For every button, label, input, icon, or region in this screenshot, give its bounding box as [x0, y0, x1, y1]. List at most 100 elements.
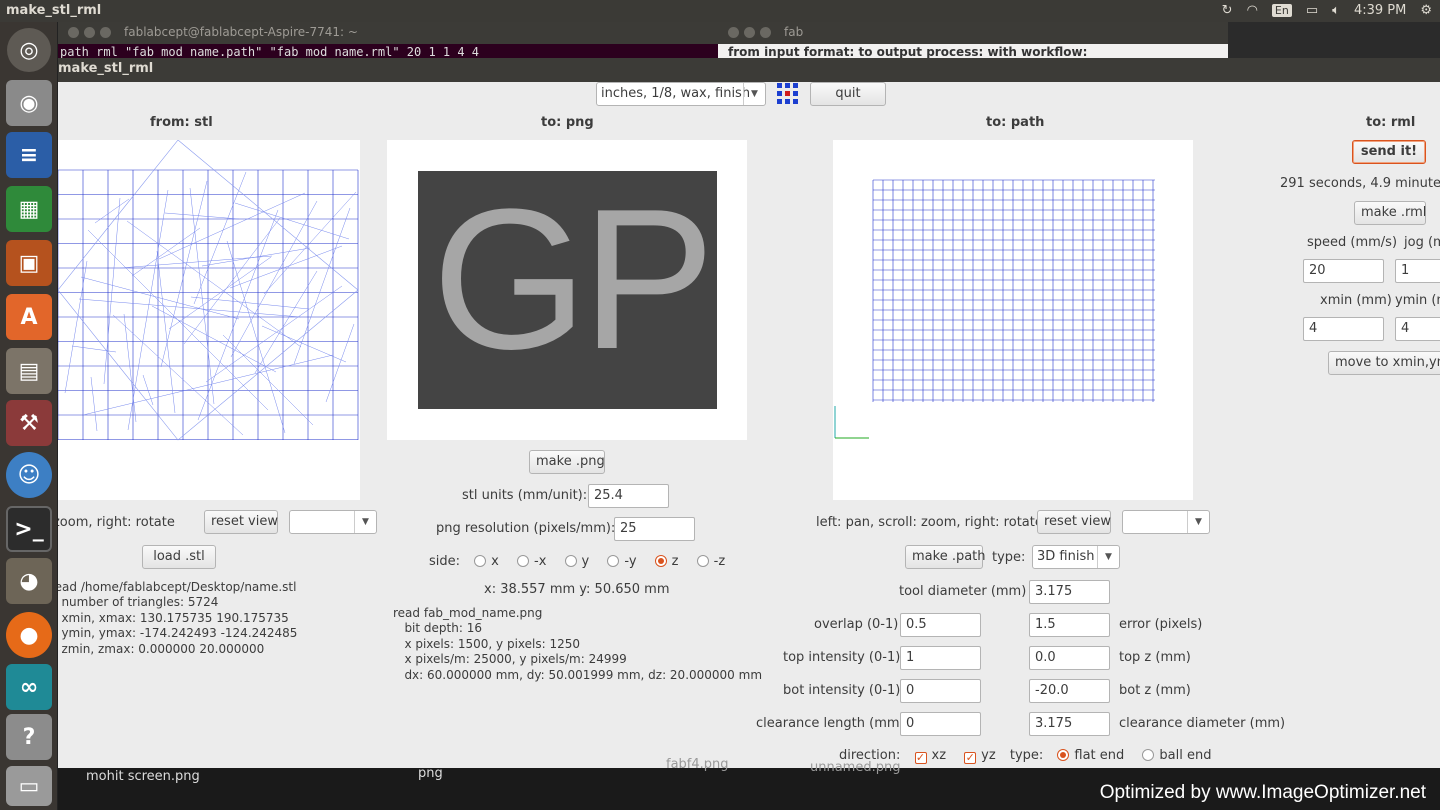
- keyboard-language[interactable]: En: [1271, 4, 1292, 17]
- make-png-button[interactable]: make .png: [529, 450, 605, 474]
- direction-yz-checkbox[interactable]: ✓ yz: [964, 748, 996, 764]
- stl-header: from: stl: [150, 115, 213, 130]
- bot-z-input[interactable]: -20.0: [1029, 679, 1110, 703]
- camera-icon[interactable]: ◉: [6, 80, 52, 126]
- ymin-input[interactable]: 4: [1395, 317, 1440, 341]
- fab-logo-icon[interactable]: [776, 82, 800, 106]
- load-stl-button[interactable]: load .stl: [142, 545, 216, 569]
- trash-icon[interactable]: ▭: [6, 766, 52, 806]
- writer-icon[interactable]: ≡: [6, 132, 52, 178]
- overlap-input[interactable]: 0.5: [900, 613, 981, 637]
- ball-end-radio[interactable]: ball end: [1142, 748, 1212, 763]
- move-to-xmin-ymin-button[interactable]: move to xmin,ymi: [1328, 351, 1440, 375]
- software-center-icon[interactable]: A: [6, 294, 52, 340]
- battery-icon[interactable]: ▭: [1306, 3, 1318, 18]
- quit-button[interactable]: quit: [810, 82, 886, 106]
- path-reset-view-button[interactable]: reset view: [1037, 510, 1111, 534]
- desktop-file-label[interactable]: fabf4.png: [666, 757, 729, 772]
- path-view-select[interactable]: ▼: [1122, 510, 1210, 534]
- gimp-icon[interactable]: ◕: [6, 558, 52, 604]
- stl-view-hint: left: pan, scroll: zoom, right: rotate: [58, 515, 175, 530]
- rml-header: to: rml: [1366, 115, 1416, 130]
- tool-diameter-input[interactable]: 3.175: [1029, 580, 1110, 604]
- stl-units-input[interactable]: 25.4: [588, 484, 669, 508]
- gear-icon[interactable]: ⚙: [1420, 3, 1432, 18]
- make-path-button[interactable]: make .path: [905, 545, 986, 569]
- stl-viewer[interactable]: [58, 139, 360, 500]
- path-type-select[interactable]: 3D finish ▼: [1032, 545, 1120, 569]
- fab-row: from input format: to output process: wi…: [728, 45, 1088, 58]
- launcher: ◎ ◉ ≡ ▦ ▣ A ▤ ⚒ ☺ >_ ◕ ● ∞ ? ▭: [0, 22, 58, 810]
- chevron-down-icon: ▼: [743, 83, 765, 105]
- firefox-icon[interactable]: ●: [6, 612, 52, 658]
- clearance-length-input[interactable]: 0: [900, 712, 981, 736]
- error-label: error (pixels): [1119, 617, 1203, 632]
- side-neg-x-radio[interactable]: -x: [517, 554, 546, 569]
- jog-input[interactable]: 1: [1395, 259, 1440, 283]
- bot-intensity-input[interactable]: 0: [900, 679, 981, 703]
- side-x-radio[interactable]: x: [474, 554, 499, 569]
- desktop-file-label[interactable]: unnamed.png: [810, 760, 900, 775]
- rml-time-estimate: 291 seconds, 4.9 minutes, 0: [1280, 176, 1440, 191]
- flat-end-radio[interactable]: flat end: [1057, 748, 1124, 763]
- ubuntu-dash-icon[interactable]: ◎: [7, 28, 51, 72]
- sync-icon[interactable]: ↻: [1222, 3, 1233, 18]
- wifi-icon[interactable]: ◠: [1247, 3, 1258, 18]
- clock[interactable]: 4:39 PM: [1354, 3, 1406, 18]
- settings-icon[interactable]: ⚒: [6, 400, 52, 446]
- clearance-diameter-input[interactable]: 3.175: [1029, 712, 1110, 736]
- active-window-title: make_stl_rml: [6, 3, 102, 18]
- terminal-icon[interactable]: >_: [6, 506, 52, 552]
- top-z-label: top z (mm): [1119, 650, 1191, 665]
- desktop-file-label[interactable]: mohit screen.png: [86, 769, 200, 784]
- top-z-input[interactable]: 0.0: [1029, 646, 1110, 670]
- stl-reset-view-button[interactable]: reset view: [204, 510, 278, 534]
- png-image: GP: [418, 168, 717, 409]
- bot-z-label: bot z (mm): [1119, 683, 1191, 698]
- speed-label: speed (mm/s): [1307, 235, 1398, 250]
- png-coords: x: 38.557 mm y: 50.650 mm: [484, 582, 670, 597]
- png-info-text: read fab_mod_name.png bit depth: 16 x pi…: [393, 606, 763, 682]
- desktop-file-label[interactable]: png: [418, 766, 443, 781]
- png-viewer[interactable]: GP: [387, 140, 747, 440]
- bot-intensity-label: bot intensity (0-1): [783, 683, 901, 698]
- impress-icon[interactable]: ▣: [6, 240, 52, 286]
- pidgin-icon[interactable]: ☺: [6, 452, 52, 498]
- png-resolution-input[interactable]: 25: [614, 517, 695, 541]
- stl-units-label: stl units (mm/unit):: [462, 488, 588, 503]
- system-top-bar: make_stl_rml ↻ ◠ En ▭ 🔈︎ 4:39 PM ⚙: [0, 0, 1440, 22]
- side-z-radio[interactable]: z: [654, 554, 679, 569]
- direction-xz-checkbox[interactable]: ✓ xz: [914, 748, 946, 764]
- side-y-radio[interactable]: y: [564, 554, 589, 569]
- chevron-down-icon: ▼: [1187, 511, 1209, 533]
- background-terminal-window[interactable]: fablabcept@fablabcept-Aspire-7741: ~ pat…: [58, 22, 718, 58]
- background-fab-window[interactable]: fab from input format: to output process…: [718, 22, 1228, 58]
- terminal-command: path_rml "fab_mod_name.path" "fab_mod_na…: [60, 45, 480, 58]
- path-type-label: type:: [992, 550, 1026, 565]
- make-rml-button[interactable]: make .rml: [1354, 201, 1426, 225]
- xmin-input[interactable]: 4: [1303, 317, 1384, 341]
- top-intensity-input[interactable]: 1: [900, 646, 981, 670]
- window-titlebar[interactable]: make_stl_rml: [58, 58, 1440, 82]
- jog-label: jog (m: [1404, 235, 1440, 250]
- overlap-label: overlap (0-1): [814, 617, 899, 632]
- side-neg-z-radio[interactable]: -z: [696, 554, 725, 569]
- make-stl-rml-window: inches, 1/8, wax, finish ▼ quit from: stl…: [58, 82, 1440, 768]
- clearance-length-label: clearance length (mm): [756, 716, 905, 731]
- side-neg-y-radio[interactable]: -y: [607, 554, 637, 569]
- calc-icon[interactable]: ▦: [6, 186, 52, 232]
- ymin-label: ymin (m: [1395, 293, 1440, 308]
- volume-icon[interactable]: 🔈︎: [1332, 3, 1340, 18]
- help-icon[interactable]: ?: [6, 714, 52, 760]
- png-image-text: GP: [432, 168, 715, 391]
- error-input[interactable]: 1.5: [1029, 613, 1110, 637]
- path-header: to: path: [986, 115, 1045, 130]
- path-viewer[interactable]: [833, 140, 1193, 500]
- send-it-button[interactable]: send it!: [1352, 140, 1426, 164]
- speed-input[interactable]: 20: [1303, 259, 1384, 283]
- stl-view-select[interactable]: ▼: [289, 510, 377, 534]
- arduino-icon[interactable]: ∞: [6, 664, 52, 710]
- files-icon[interactable]: ▤: [6, 348, 52, 394]
- watermark-text: Optimized by www.ImageOptimizer.net: [1099, 782, 1426, 803]
- workflow-select[interactable]: inches, 1/8, wax, finish ▼: [596, 82, 766, 106]
